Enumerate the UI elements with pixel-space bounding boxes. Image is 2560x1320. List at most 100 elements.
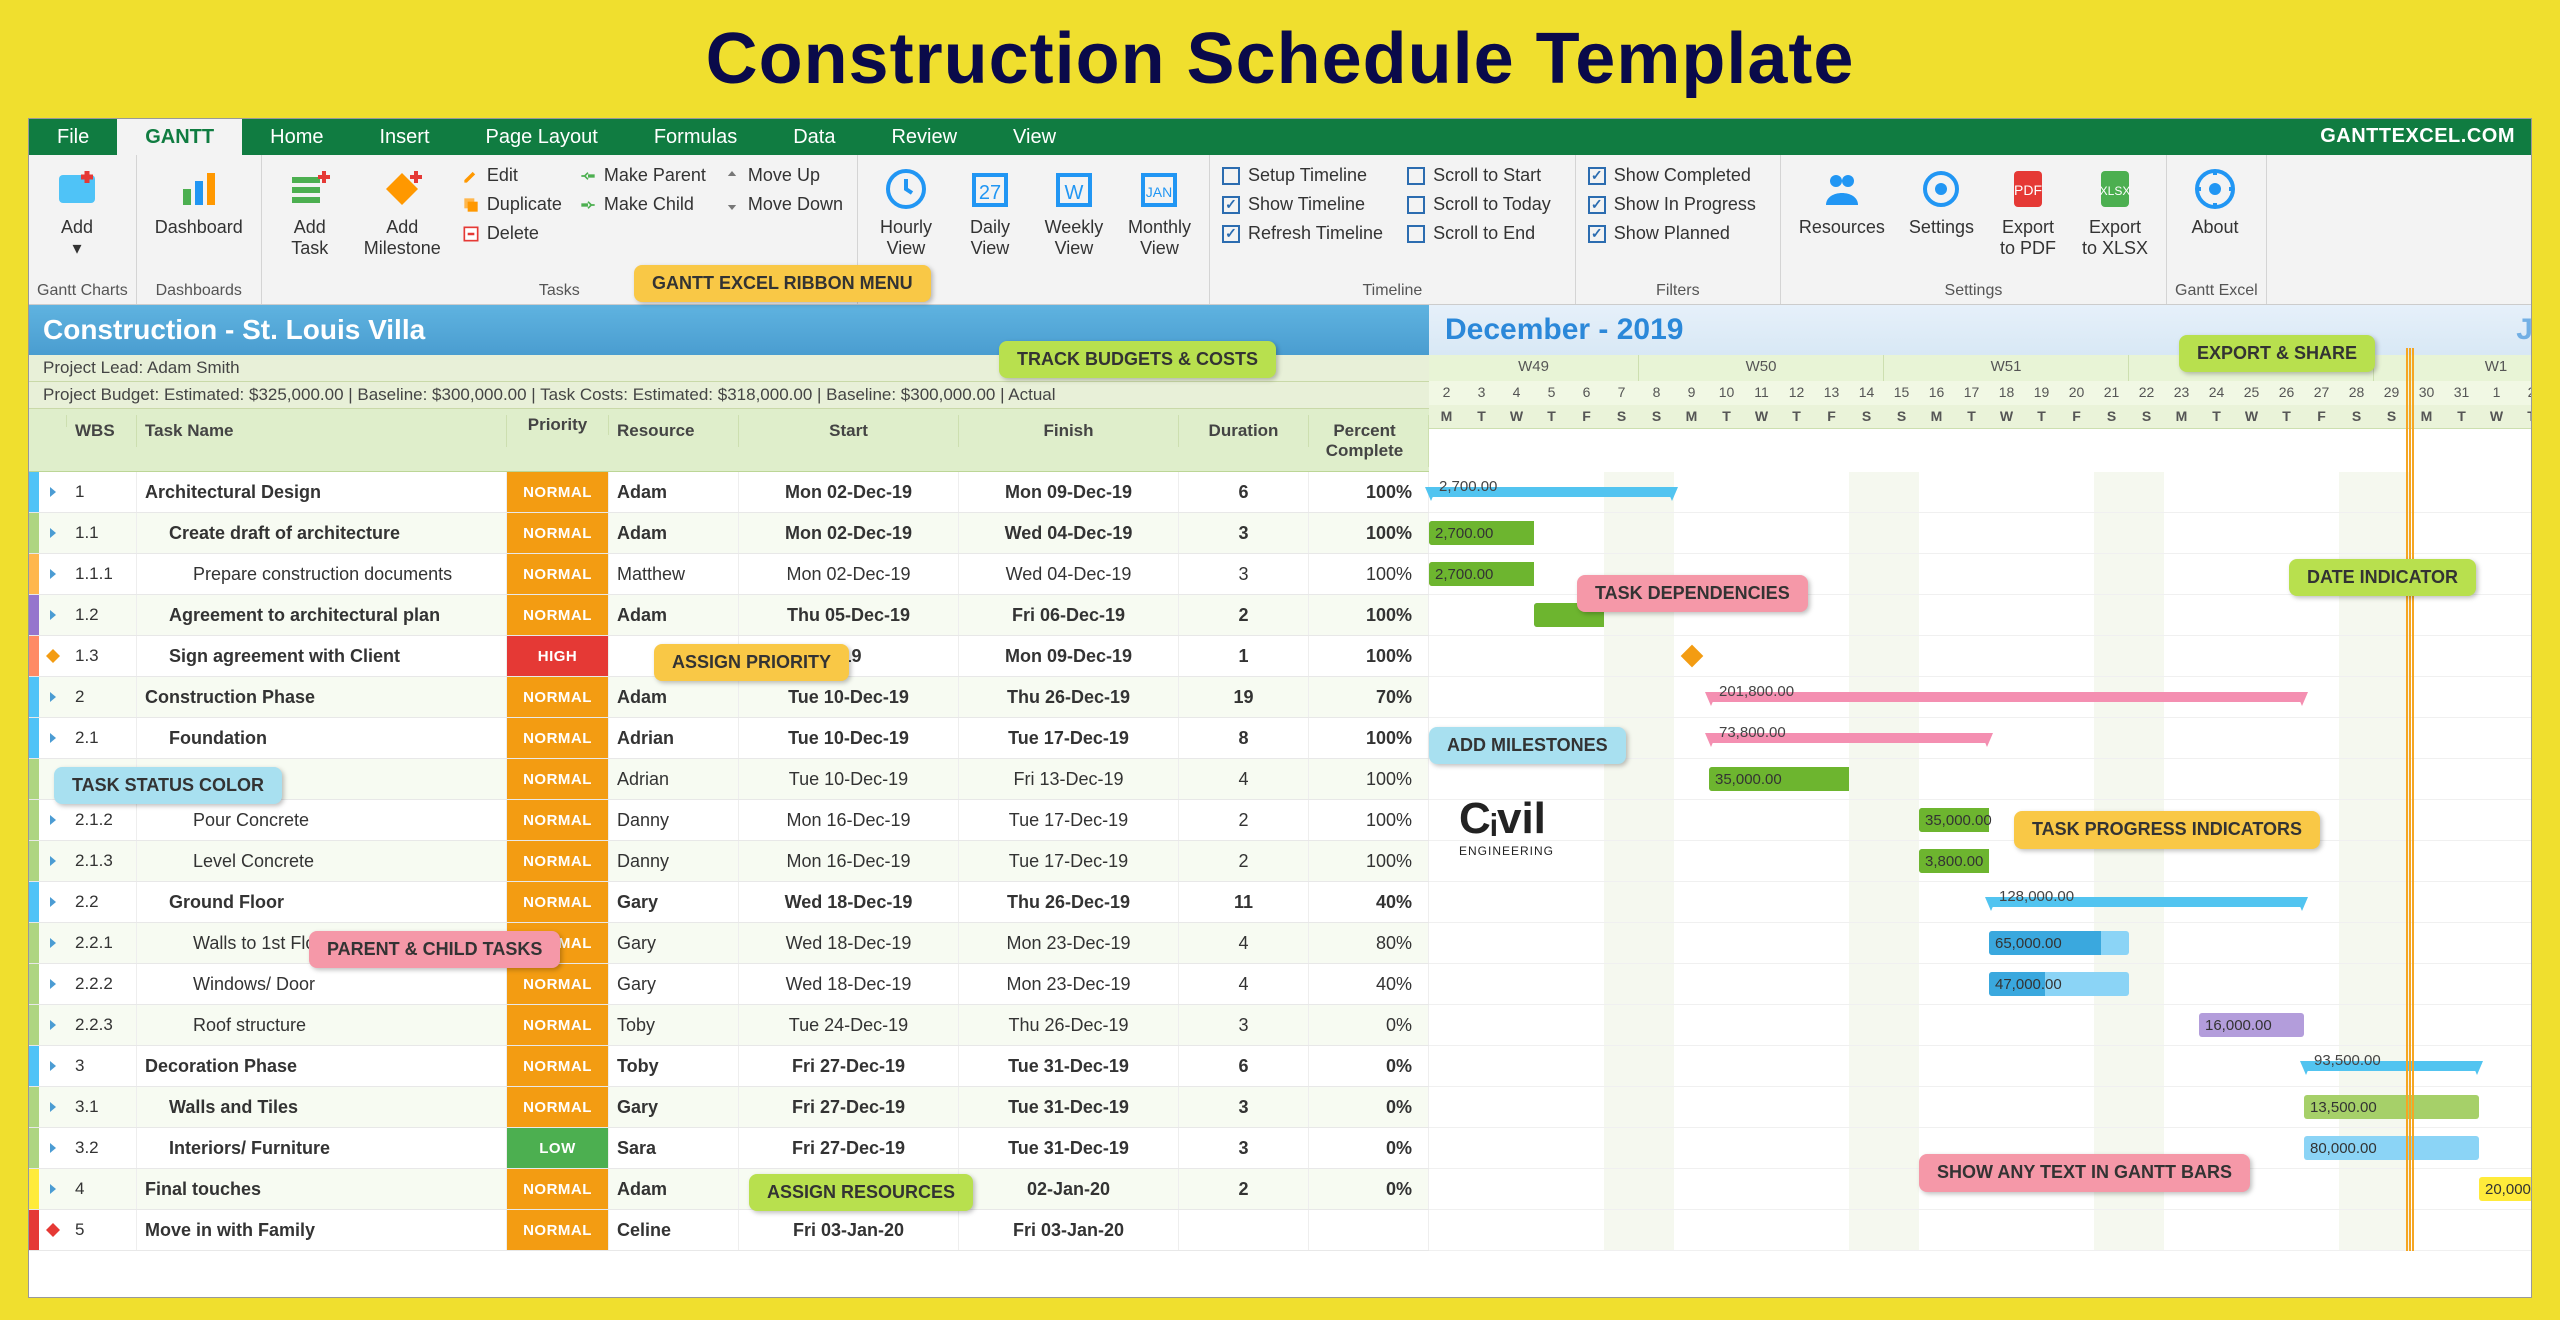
exportpdf-button[interactable]: PDFExport to PDF [1988,159,2068,264]
cell-priority[interactable]: NORMAL [507,554,609,594]
exportxlsx-button[interactable]: XLSXExport to XLSX [2072,159,2158,264]
gantt-task-bar[interactable]: 47,000.00 [1989,972,2129,996]
cell-finish[interactable]: Tue 31-Dec-19 [959,1128,1179,1168]
cell-resource[interactable]: Celine [609,1210,739,1250]
cell-start[interactable]: Tue 10-Dec-19 [739,759,959,799]
gantt-summary-bar[interactable]: 128,000.00 [1989,897,2304,907]
table-row[interactable]: 5Move in with FamilyNORMALCelineFri 03-J… [29,1210,1429,1251]
cell-priority[interactable]: NORMAL [507,513,609,553]
cell-priority[interactable]: NORMAL [507,677,609,717]
cell-finish[interactable]: Wed 04-Dec-19 [959,513,1179,553]
cell-priority[interactable]: NORMAL [507,718,609,758]
addtask-button[interactable]: Add Task [270,159,350,264]
cell-duration[interactable]: 3 [1179,1128,1309,1168]
cell-start[interactable]: Wed 18-Dec-19 [739,882,959,922]
cell-start[interactable]: Wed 18-Dec-19 [739,923,959,963]
row-marker-icon[interactable] [39,1005,67,1045]
col-finish[interactable]: Finish [959,415,1179,447]
cell-task-name[interactable]: Construction Phase [137,677,507,717]
check-scroll-to-today[interactable]: Scroll to Today [1403,192,1555,217]
table-row[interactable]: 3.1Walls and TilesNORMALGaryFri 27-Dec-1… [29,1087,1429,1128]
cell-percent[interactable]: 0% [1309,1087,1429,1127]
cell-start[interactable]: Tue 24-Dec-19 [739,1005,959,1045]
cell-start[interactable]: Thu 05-Dec-19 [739,595,959,635]
col-taskname[interactable]: Task Name [137,415,507,447]
row-marker-icon[interactable] [39,841,67,881]
cell-start[interactable]: Mon 16-Dec-19 [739,841,959,881]
cell-start[interactable]: Fri 27-Dec-19 [739,1128,959,1168]
cell-task-name[interactable]: Sign agreement with Client [137,636,507,676]
cell-priority[interactable]: NORMAL [507,1087,609,1127]
cell-percent[interactable]: 0% [1309,1128,1429,1168]
delete-button[interactable]: Delete [455,221,568,246]
gantt-task-bar[interactable]: 2,700.00 [1429,521,1534,545]
cell-resource[interactable]: Adam [609,472,739,512]
about-button[interactable]: About [2175,159,2255,244]
cell-start[interactable]: Mon 02-Dec-19 [739,513,959,553]
cell-finish[interactable]: Fri 13-Dec-19 [959,759,1179,799]
cell-duration[interactable]: 8 [1179,718,1309,758]
cell-start[interactable]: Wed 18-Dec-19 [739,964,959,1004]
cell-priority[interactable]: NORMAL [507,1210,609,1250]
table-row[interactable]: 2.2.2Windows/ DoorNORMALGaryWed 18-Dec-1… [29,964,1429,1005]
cell-priority[interactable]: NORMAL [507,882,609,922]
row-marker-icon[interactable] [39,1210,67,1250]
cell-resource[interactable]: Adrian [609,718,739,758]
table-row[interactable]: 2.1FoundationNORMALAdrianTue 10-Dec-19Tu… [29,718,1429,759]
table-row[interactable]: 1Architectural DesignNORMALAdamMon 02-De… [29,472,1429,513]
hourly-button[interactable]: Hourly View [866,159,946,264]
gantt-task-bar[interactable]: 2,700.00 [1429,562,1534,586]
gantt-task-bar[interactable]: 35,000.00 [1919,808,1989,832]
gantt-task-bar[interactable]: 13,500.00 [2304,1095,2479,1119]
table-row[interactable]: 1.1.1Prepare construction documentsNORMA… [29,554,1429,595]
cell-finish[interactable]: 02-Jan-20 [959,1169,1179,1209]
cell-percent[interactable]: 100% [1309,595,1429,635]
row-marker-icon[interactable] [39,677,67,717]
table-row[interactable]: 2.1.3Level ConcreteNORMALDannyMon 16-Dec… [29,841,1429,882]
cell-resource[interactable]: Adam [609,513,739,553]
cell-priority[interactable]: NORMAL [507,759,609,799]
cell-priority[interactable]: NORMAL [507,964,609,1004]
table-row[interactable]: 4Final touchesNORMALAdam02-Jan-2020% [29,1169,1429,1210]
cell-priority[interactable]: LOW [507,1128,609,1168]
cell-percent[interactable]: 0% [1309,1046,1429,1086]
cell-percent[interactable]: 40% [1309,882,1429,922]
gantt-task-bar[interactable]: 16,000.00 [2199,1013,2304,1037]
gantt-summary-bar[interactable]: 73,800.00 [1709,733,1989,743]
row-marker-icon[interactable] [39,472,67,512]
table-row[interactable]: 2.2.1Walls to 1st FloNORMALGaryWed 18-De… [29,923,1429,964]
cell-priority[interactable]: NORMAL [507,841,609,881]
movedown-button[interactable]: Move Down [716,192,849,217]
cell-finish[interactable]: Thu 26-Dec-19 [959,1005,1179,1045]
row-marker-icon[interactable] [39,513,67,553]
row-marker-icon[interactable] [39,1169,67,1209]
cell-start[interactable]: Tue 10-Dec-19 [739,718,959,758]
row-marker-icon[interactable] [39,1087,67,1127]
cell-duration[interactable]: 2 [1179,800,1309,840]
row-marker-icon[interactable] [39,1128,67,1168]
check-refresh-timeline[interactable]: Refresh Timeline [1218,221,1387,246]
cell-start[interactable]: Mon 02-Dec-19 [739,554,959,594]
cell-task-name[interactable]: Ground Floor [137,882,507,922]
duplicate-button[interactable]: Duplicate [455,192,568,217]
gantt-milestone[interactable] [1680,645,1703,668]
cell-finish[interactable]: Mon 09-Dec-19 [959,472,1179,512]
row-marker-icon[interactable] [39,595,67,635]
cell-task-name[interactable]: Create draft of architecture [137,513,507,553]
col-wbs[interactable]: WBS [67,415,137,447]
cell-task-name[interactable]: Interiors/ Furniture [137,1128,507,1168]
cell-percent[interactable]: 100% [1309,800,1429,840]
cell-duration[interactable]: 11 [1179,882,1309,922]
cell-start[interactable]: Tue 10-Dec-19 [739,677,959,717]
row-marker-icon[interactable] [39,882,67,922]
cell-percent[interactable]: 100% [1309,472,1429,512]
cell-priority[interactable]: NORMAL [507,1005,609,1045]
cell-task-name[interactable]: Windows/ Door [137,964,507,1004]
gantt-summary-bar[interactable]: 201,800.00 [1709,692,2304,702]
menu-home[interactable]: Home [242,119,351,155]
table-row[interactable]: 2.1.2Pour ConcreteNORMALDannyMon 16-Dec-… [29,800,1429,841]
menu-page-layout[interactable]: Page Layout [458,119,626,155]
cell-duration[interactable]: 1 [1179,636,1309,676]
cell-task-name[interactable]: Level Concrete [137,841,507,881]
cell-percent[interactable]: 100% [1309,718,1429,758]
